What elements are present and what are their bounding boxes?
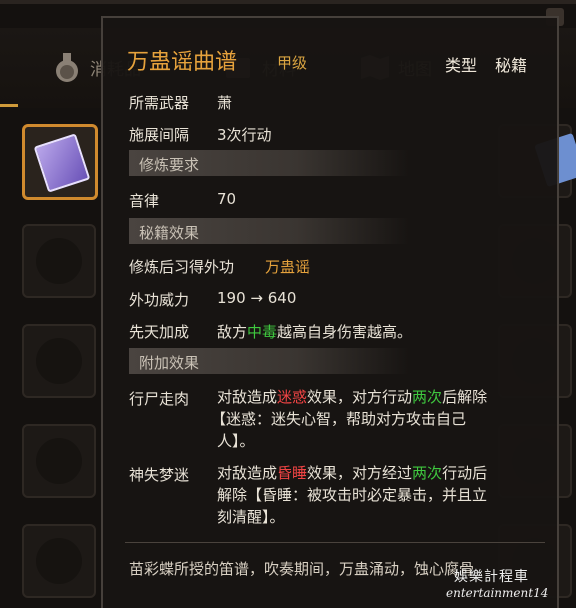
section-header-extra: 附加效果: [129, 348, 409, 374]
weapon-value: 萧: [217, 94, 233, 112]
top-frame-line: [0, 0, 576, 4]
text-fragment: 后解除: [442, 388, 488, 406]
section-header-practice: 修炼要求: [129, 150, 409, 176]
innate-pre: 敌方: [217, 323, 248, 341]
item-tooltip: 万蛊谣曲谱 甲级 类型 秘籍 所需武器 萧 施展间隔 3次行动 修炼要求 音律 …: [101, 16, 559, 608]
inventory-slot[interactable]: [22, 224, 96, 298]
count-keyword: 两次: [412, 464, 443, 482]
effect2-line3: 刻清醒】。: [217, 508, 285, 526]
inventory-slot[interactable]: [22, 424, 96, 498]
flavor-divider: [125, 542, 545, 543]
effect2-description: 对敌造成昏睡效果，对方经过两次行动后 解除【昏睡：被攻击时必定暴击，并且立 刻清…: [217, 462, 487, 528]
interval-label: 施展间隔: [129, 126, 190, 144]
section-title: 秘籍效果: [139, 224, 200, 242]
innate-post: 越高自身伤害越高。: [277, 323, 413, 341]
text-fragment: 效果，对方行动: [307, 388, 413, 406]
innate-value: 敌方中毒越高自身伤害越高。: [217, 321, 412, 342]
count-keyword: 两次: [412, 388, 443, 406]
effect1-description: 对敌造成迷惑效果，对方行动两次后解除 【迷惑：迷失心智，帮助对方攻击自己 人】。: [211, 386, 487, 452]
weapon-label: 所需武器: [129, 94, 190, 112]
effect2-name: 神失梦迷: [129, 466, 190, 484]
text-fragment: 效果，对方经过: [307, 464, 413, 482]
item-grade: 甲级: [277, 54, 308, 72]
inventory-slot[interactable]: [22, 324, 96, 398]
item-type-value: 秘籍: [495, 56, 528, 75]
innate-highlight: 中毒: [247, 323, 278, 341]
power-label: 外功威力: [129, 291, 190, 309]
inventory-slot-selected[interactable]: [22, 124, 98, 200]
effect1-line3: 人】。: [217, 432, 255, 450]
interval-value: 3次行动: [217, 126, 272, 144]
section-header-effect: 秘籍效果: [129, 218, 409, 244]
effect2-line1: 对敌造成昏睡效果，对方经过两次行动后: [217, 462, 487, 484]
status-keyword: 昏睡: [277, 464, 308, 482]
scroll-book-icon: [33, 133, 91, 193]
rhythm-value: 70: [217, 190, 237, 208]
watermark-line2: entertainment14: [446, 586, 549, 600]
section-title: 附加效果: [139, 354, 200, 372]
learn-label: 修炼后习得外功: [129, 258, 235, 276]
innate-label: 先天加成: [129, 323, 190, 341]
item-title: 万蛊谣曲谱: [127, 50, 238, 75]
section-title: 修炼要求: [139, 156, 200, 174]
effect2-line2: 解除【昏睡：被攻击时必定暴击，并且立: [217, 486, 488, 504]
text-fragment: 行动后: [442, 464, 488, 482]
active-tab-indicator: [0, 104, 18, 107]
potion-icon: [50, 50, 84, 84]
flavor-text: 苗彩蝶所授的笛谱，吹奏期间，万蛊涌动，蚀心腐骨: [129, 560, 475, 578]
text-fragment: 对敌造成: [217, 464, 278, 482]
power-value: 190 → 640: [217, 289, 297, 307]
inventory-slot[interactable]: [22, 524, 96, 598]
effect1-line2: 【迷惑：迷失心智，帮助对方攻击自己: [211, 410, 467, 428]
rhythm-label: 音律: [129, 192, 160, 210]
text-fragment: 对敌造成: [217, 388, 278, 406]
learn-value: 万蛊谣: [265, 258, 311, 276]
watermark-line1: 娛樂計程車: [454, 569, 529, 585]
effect1-name: 行尸走肉: [129, 390, 190, 408]
item-type-label: 类型: [445, 56, 478, 75]
status-keyword: 迷惑: [277, 388, 308, 406]
effect1-line1: 对敌造成迷惑效果，对方行动两次后解除: [217, 386, 487, 408]
